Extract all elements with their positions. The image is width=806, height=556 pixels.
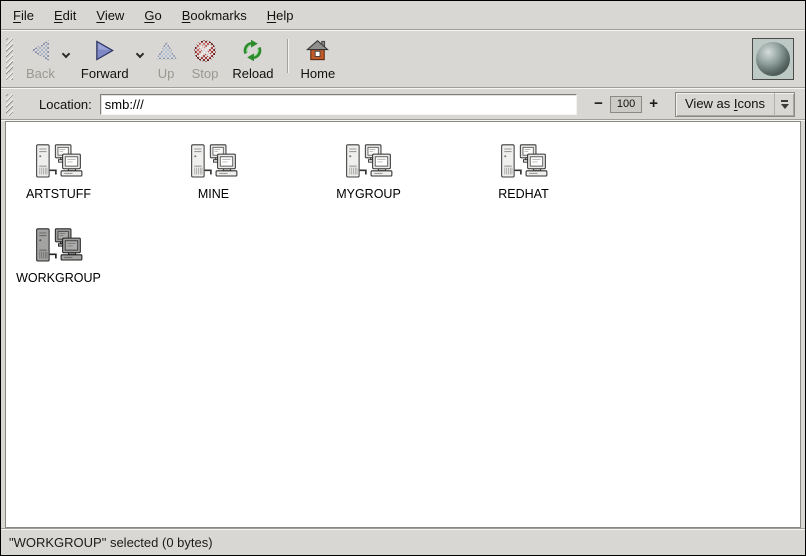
locationbar-grip-handle[interactable] [6,94,13,116]
icon-label: MYGROUP [336,187,401,201]
statusbar: "WORKGROUP" selected (0 bytes) [1,530,805,555]
home-icon [305,37,330,64]
menubar: File Edit View Go Bookmarks Help [1,1,805,29]
forward-label: Forward [81,66,129,81]
dropdown-arrow-icon [774,93,794,116]
up-label: Up [158,66,175,81]
forward-icon [93,37,116,64]
network-workgroup-icon [343,142,395,184]
location-bar: Location: − 100 + View as Icons [1,89,805,119]
reload-icon [240,37,265,64]
network-workgroup-icon [498,142,550,184]
menu-edit[interactable]: Edit [44,3,86,28]
icon-label: MINE [198,187,229,201]
back-history-dropdown[interactable] [62,35,74,57]
zoom-out-button[interactable]: − [591,95,606,113]
back-button[interactable]: Back [19,35,62,83]
icon-label: REDHAT [498,187,548,201]
selection-status-text: "WORKGROUP" selected (0 bytes) [9,535,213,550]
workgroup-item-mygroup[interactable]: MYGROUP [291,142,446,226]
menu-bookmarks[interactable]: Bookmarks [172,3,257,28]
home-label: Home [301,66,336,81]
reload-button[interactable]: Reload [225,35,280,83]
icon-grid: ARTSTUFF [5,122,621,310]
workgroup-item-mine[interactable]: MINE [136,142,291,226]
reload-label: Reload [232,66,273,81]
workgroup-item-artstuff[interactable]: ARTSTUFF [5,142,136,226]
location-label: Location: [39,97,92,112]
workgroup-item-redhat[interactable]: REDHAT [446,142,601,226]
up-icon [155,37,178,64]
zoom-level-indicator[interactable]: 100 [610,96,642,113]
stop-label: Stop [192,66,219,81]
back-icon [29,37,52,64]
network-workgroup-icon [188,142,240,184]
zoom-in-button[interactable]: + [646,95,661,113]
home-button[interactable]: Home [294,35,343,83]
forward-history-dropdown[interactable] [136,35,148,57]
toolbar: Back Forward Up [1,31,805,87]
view-as-label: View as Icons [676,93,774,116]
menu-view[interactable]: View [86,3,134,28]
workgroup-item-workgroup-selected[interactable]: WORKGROUP [5,226,136,310]
forward-button[interactable]: Forward [74,35,136,83]
view-as-dropdown[interactable]: View as Icons [675,92,795,117]
menu-go[interactable]: Go [134,3,171,28]
stop-button[interactable]: Stop [185,35,226,83]
network-workgroup-icon [33,142,85,184]
file-icon-view[interactable]: ARTSTUFF [5,121,801,528]
chevron-down-icon [62,50,70,58]
icon-label: ARTSTUFF [26,187,91,201]
file-manager-window: File Edit View Go Bookmarks Help Back Fo… [0,0,806,556]
throbber-frame [752,38,794,80]
toolbar-grip-handle[interactable] [6,38,13,80]
zoom-controls: − 100 + [591,95,661,113]
toolbar-separator [287,39,288,73]
chevron-down-icon [135,50,143,58]
location-input[interactable] [100,94,577,115]
back-label: Back [26,66,55,81]
menu-help[interactable]: Help [257,3,304,28]
up-button[interactable]: Up [148,35,185,83]
menu-file[interactable]: File [3,3,44,28]
stop-icon [193,37,217,64]
network-workgroup-icon [33,226,85,268]
throbber-globe-icon[interactable] [756,42,790,76]
icon-label: WORKGROUP [16,271,101,285]
